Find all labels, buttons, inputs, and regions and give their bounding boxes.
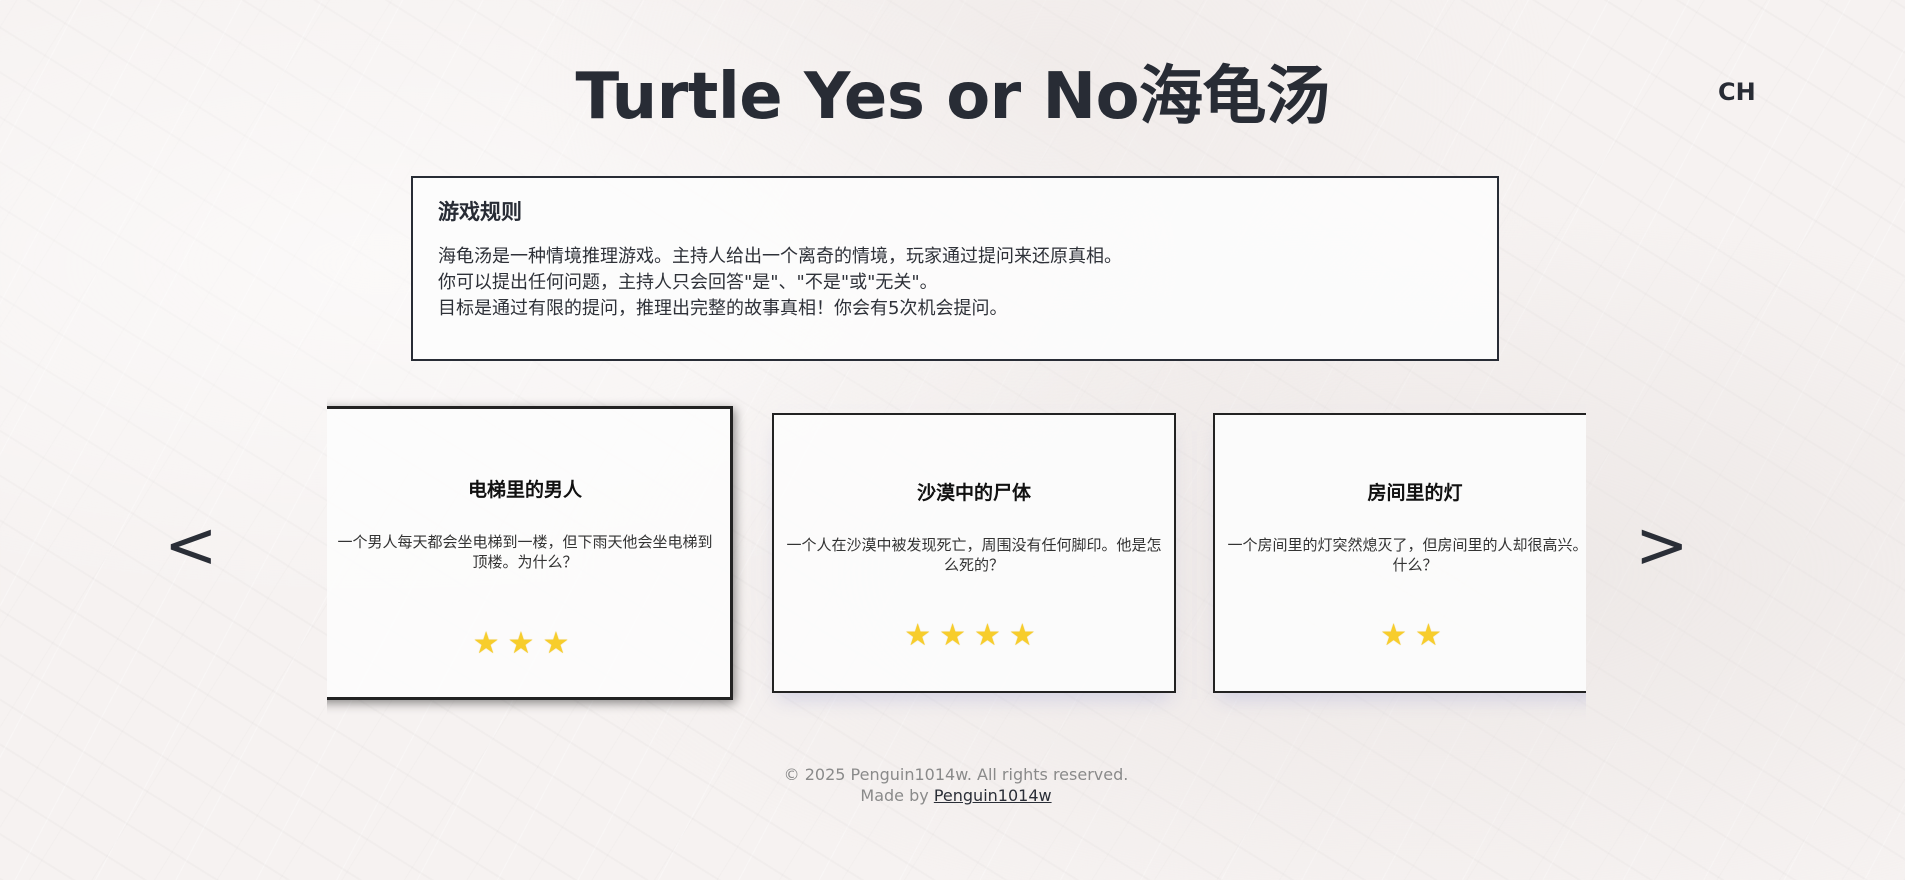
made-by-label: Made by xyxy=(860,786,929,805)
star-icon: ★ xyxy=(1008,618,1044,653)
puzzle-carousel: 电梯里的男人 一个男人每天都会坐电梯到一楼，但下雨天他会坐电梯到顶楼。为什么？ … xyxy=(327,390,1586,720)
puzzle-card-title: 电梯里的男人 xyxy=(467,479,582,501)
star-icon: ★ xyxy=(974,618,1009,653)
star-icon: ★ xyxy=(904,618,940,653)
puzzle-card-description: 一个房间里的灯突然熄灭了，但房间里的人却很高兴。为什么？ xyxy=(1227,536,1586,574)
rules-title: 游戏规则 xyxy=(438,200,522,224)
difficulty-rating: ★★ xyxy=(1215,621,1586,651)
star-icon: ★ xyxy=(542,626,578,661)
page-title: Turtle Yes or No海龟汤 xyxy=(575,60,1330,134)
author-link[interactable]: Penguin1014w xyxy=(934,786,1052,805)
difficulty-rating: ★★★ xyxy=(327,629,730,659)
puzzle-card[interactable]: 电梯里的男人 一个男人每天都会坐电梯到一楼，但下雨天他会坐电梯到顶楼。为什么？ … xyxy=(327,406,733,700)
rules-line: 海龟汤是一种情境推理游戏。主持人给出一个离奇的情境，玩家通过提问来还原真相。 xyxy=(438,246,1122,267)
game-rules-panel: 游戏规则 海龟汤是一种情境推理游戏。主持人给出一个离奇的情境，玩家通过提问来还原… xyxy=(411,176,1499,361)
star-icon: ★ xyxy=(472,626,508,661)
difficulty-rating: ★★★★ xyxy=(774,621,1174,651)
carousel-next-button[interactable]: > xyxy=(1635,506,1689,586)
puzzle-card-description: 一个男人每天都会坐电梯到一楼，但下雨天他会坐电梯到顶楼。为什么？ xyxy=(337,533,713,571)
puzzle-card[interactable]: 沙漠中的尸体 一个人在沙漠中被发现死亡，周围没有任何脚印。他是怎么死的？ ★★★… xyxy=(772,413,1176,693)
copyright-text: © 2025 Penguin1014w. All rights reserved… xyxy=(783,765,1129,784)
star-icon: ★ xyxy=(1415,618,1450,653)
puzzle-card-description: 一个人在沙漠中被发现死亡，周围没有任何脚印。他是怎么死的？ xyxy=(786,536,1162,574)
rules-line: 目标是通过有限的提问，推理出完整的故事真相！你会有5次机会提问。 xyxy=(438,298,1008,319)
made-by-line: Made by Penguin1014w xyxy=(0,785,1905,806)
star-icon: ★ xyxy=(939,618,974,653)
carousel-prev-button[interactable]: < xyxy=(164,506,218,586)
star-icon: ★ xyxy=(1380,618,1415,653)
language-toggle-button[interactable]: CH xyxy=(1718,78,1756,106)
puzzle-card[interactable]: 房间里的灯 一个房间里的灯突然熄灭了，但房间里的人却很高兴。为什么？ ★★ xyxy=(1213,413,1586,693)
rules-line: 你可以提出任何问题，主持人只会回答"是"、"不是"或"无关"。 xyxy=(438,272,938,293)
puzzle-card-title: 房间里的灯 xyxy=(1367,482,1463,504)
star-icon: ★ xyxy=(507,626,543,661)
puzzle-card-title: 沙漠中的尸体 xyxy=(916,482,1031,504)
page-footer: © 2025 Penguin1014w. All rights reserved… xyxy=(0,764,1905,806)
